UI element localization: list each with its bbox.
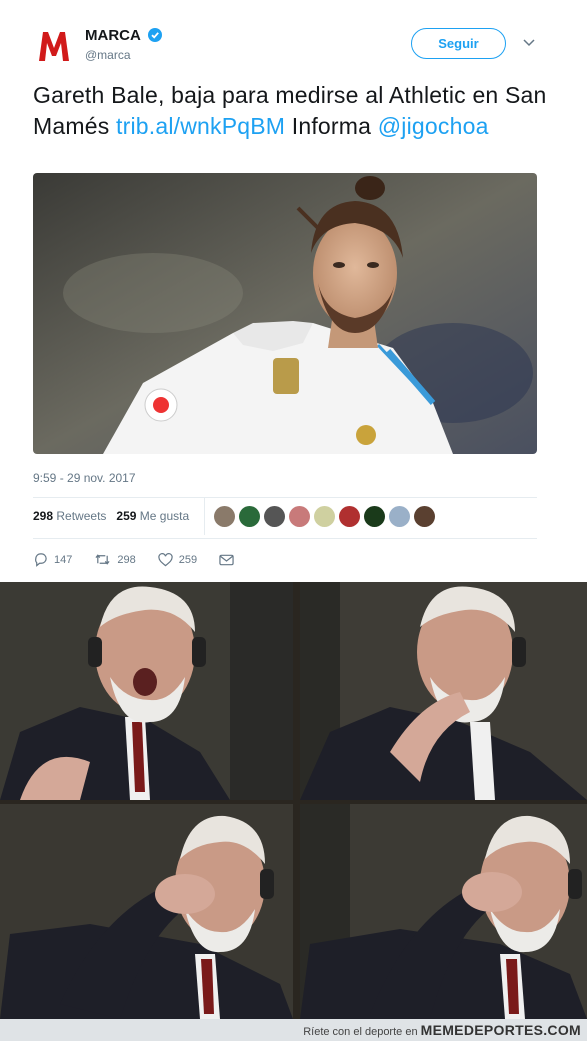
account-name[interactable]: MARCA [85, 27, 141, 44]
marca-logo[interactable] [36, 28, 72, 64]
meme-photo [300, 582, 587, 800]
likes-label[interactable]: Me gusta [140, 509, 189, 523]
follow-button[interactable]: Seguir [411, 28, 506, 59]
verified-icon [148, 28, 162, 42]
tweet-link[interactable]: trib.al/wnkPqBM [116, 113, 285, 139]
retweets-count[interactable]: 298 [33, 509, 53, 523]
envelope-icon [219, 554, 234, 565]
player-photo [33, 173, 537, 454]
avatar[interactable] [289, 506, 310, 527]
watermark-brand: MEMEDEPORTES.COM [420, 1022, 581, 1038]
meme-panel [0, 582, 293, 800]
tweet-text-part: Informa [285, 113, 378, 139]
engagement-stats: 298 Retweets 259 Me gusta [33, 509, 189, 523]
tweet-timestamp[interactable]: 9:59 - 29 nov. 2017 [33, 471, 136, 485]
mention-link[interactable]: @jigochoa [378, 113, 489, 139]
likes-count[interactable]: 259 [116, 509, 136, 523]
avatar[interactable] [364, 506, 385, 527]
avatar[interactable] [239, 506, 260, 527]
divider [204, 498, 205, 535]
retweets-label[interactable]: Retweets [56, 509, 106, 523]
avatar[interactable] [389, 506, 410, 527]
avatar[interactable] [339, 506, 360, 527]
reply-count: 147 [54, 553, 73, 566]
meme-panel [300, 582, 587, 800]
tweet-actions: 147 298 259 [33, 552, 262, 567]
direct-message-button[interactable] [219, 554, 240, 566]
liker-avatars [214, 506, 435, 527]
meme-panel [0, 804, 293, 1019]
reply-button[interactable]: 147 [33, 552, 72, 567]
watermark-footer: Ríete con el deporte en MEMEDEPORTES.COM [0, 1019, 587, 1041]
meme-photo [0, 804, 293, 1019]
tweet-card: MARCA @marca Seguir Gareth Bale, baja pa… [0, 0, 587, 580]
avatar[interactable] [214, 506, 235, 527]
divider [33, 538, 537, 539]
like-count: 259 [178, 553, 198, 566]
reply-icon [35, 553, 47, 567]
avatar[interactable] [414, 506, 435, 527]
avatar[interactable] [314, 506, 335, 527]
meme-photo [300, 804, 587, 1019]
watermark-text: Ríete con el deporte en MEMEDEPORTES.COM [303, 1022, 581, 1038]
meme-image-grid [0, 582, 587, 1019]
retweet-count: 298 [117, 553, 136, 566]
divider [33, 497, 537, 498]
retweet-button[interactable]: 298 [94, 552, 136, 567]
like-button[interactable]: 259 [158, 552, 198, 567]
avatar[interactable] [264, 506, 285, 527]
account-handle[interactable]: @marca [85, 48, 131, 62]
meme-photo [0, 582, 293, 800]
tweet-media-photo[interactable] [33, 173, 537, 454]
retweet-icon [95, 554, 110, 565]
tweet-text: Gareth Bale, baja para medirse al Athlet… [33, 80, 553, 142]
meme-panel [300, 804, 587, 1019]
watermark-prefix: Ríete con el deporte en [303, 1026, 418, 1038]
chevron-down-icon[interactable] [522, 38, 536, 48]
heart-icon [158, 552, 173, 566]
